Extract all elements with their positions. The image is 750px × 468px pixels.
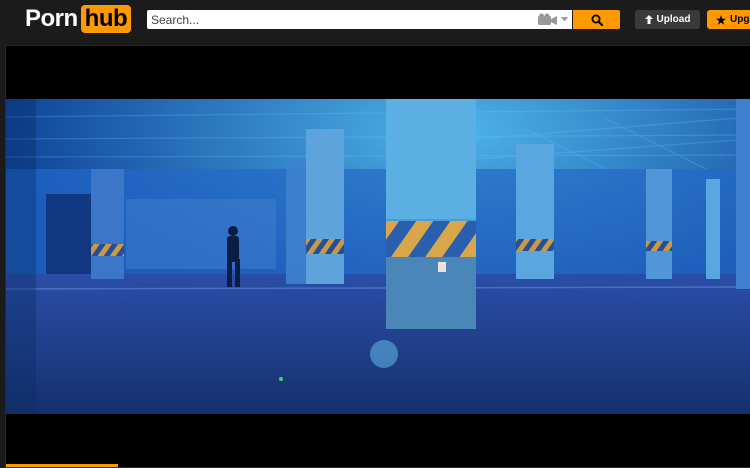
search-button[interactable] — [573, 10, 620, 29]
search-input[interactable] — [147, 10, 535, 29]
video-frame[interactable] — [6, 99, 750, 414]
upload-arrow-icon — [644, 15, 653, 24]
top-navigation-bar: Porn hub Upload — [0, 0, 750, 40]
video-camera-icon — [538, 13, 557, 25]
search-box — [147, 10, 572, 29]
upgrade-button[interactable]: Upg — [707, 10, 750, 29]
video-still-image — [6, 99, 750, 414]
video-progress-bar[interactable] — [6, 464, 118, 467]
logo-text-part2: hub — [80, 5, 132, 33]
video-search-toggle[interactable] — [538, 13, 568, 26]
video-player[interactable] — [5, 45, 750, 468]
upload-label: Upload — [656, 14, 691, 25]
site-logo[interactable]: Porn hub — [25, 4, 132, 34]
upgrade-label: Upg — [730, 14, 750, 25]
upload-button[interactable]: Upload — [635, 10, 700, 29]
star-icon — [716, 14, 726, 25]
search-icon — [591, 14, 603, 26]
logo-text-part1: Porn — [25, 5, 78, 32]
chevron-down-icon — [561, 17, 568, 22]
